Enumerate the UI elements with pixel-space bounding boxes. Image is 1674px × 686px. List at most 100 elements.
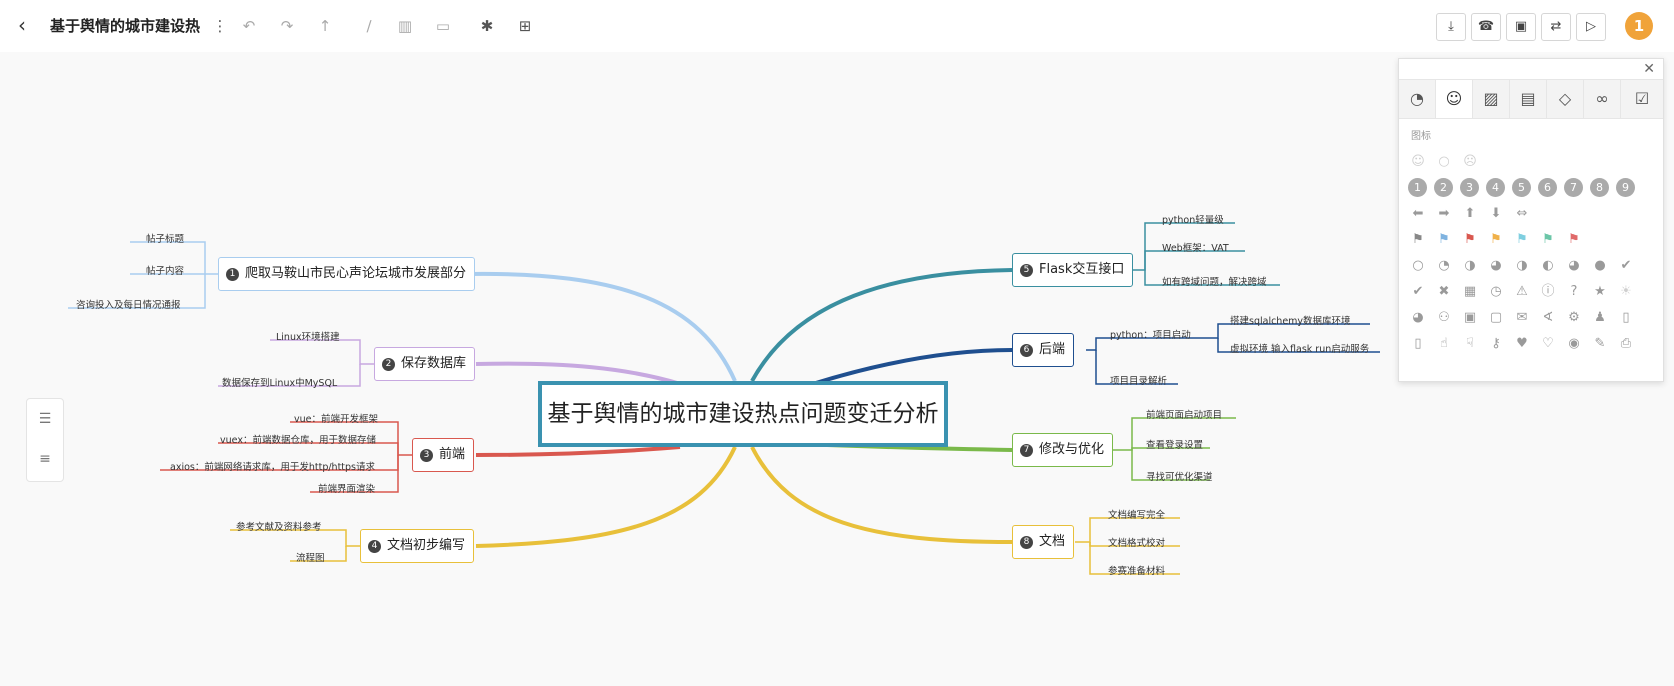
phone-icon[interactable]: ☎ [1471, 13, 1501, 41]
chevron-left-icon[interactable]: ‹ [18, 14, 40, 36]
insert-child-icon[interactable]: ▥ [392, 13, 418, 39]
neutral-face-icon[interactable]: ○ [1433, 151, 1455, 173]
info-icon[interactable]: ⓘ [1537, 281, 1559, 303]
flag-green-icon[interactable]: ⚑ [1537, 229, 1559, 251]
thumbs-up-icon[interactable]: ☝ [1433, 333, 1455, 355]
leaf-node[interactable]: 流程图 [296, 552, 325, 566]
tag-icon[interactable]: ◇ [1547, 80, 1584, 118]
leaf-node[interactable]: 寻找可优化渠道 [1146, 471, 1213, 485]
flag-blue-icon[interactable]: ⚑ [1433, 229, 1455, 251]
flag-orange-icon[interactable]: ⚑ [1485, 229, 1507, 251]
number-1-icon[interactable]: 1 [1408, 178, 1427, 197]
play-icon[interactable]: ▷ [1576, 13, 1606, 41]
star-icon[interactable]: ★ [1589, 281, 1611, 303]
branch-node-1[interactable]: 1 爬取马鞍山市民心声论坛城市发展部分 [218, 257, 476, 291]
thumbs-down-icon[interactable]: ☟ [1459, 333, 1481, 355]
branch-node-2[interactable]: 2 保存数据库 [374, 347, 476, 381]
leaf-node[interactable]: vue：前端开发框架 [294, 413, 378, 427]
key-icon[interactable]: ⚷ [1485, 333, 1507, 355]
leaf-node[interactable]: python轻量级 [1162, 214, 1224, 228]
pie-chart-icon[interactable]: ◕ [1407, 307, 1429, 329]
leaf-node[interactable]: vuex：前端数据仓库，用于数据存储 [220, 434, 376, 448]
mail-icon[interactable]: ✉ [1511, 307, 1533, 329]
calendar-icon[interactable]: ▦ [1459, 281, 1481, 303]
warning-icon[interactable]: ⚠ [1511, 281, 1533, 303]
cancel-icon[interactable]: ✖ [1433, 281, 1455, 303]
flag-gray-icon[interactable]: ⚑ [1407, 229, 1429, 251]
leaf-node[interactable]: 参赛准备材料 [1108, 565, 1165, 579]
leaf-node[interactable]: 前端页面启动项目 [1146, 409, 1222, 423]
progress-1-icon[interactable]: ◔ [1433, 255, 1455, 277]
number-2-icon[interactable]: 2 [1434, 178, 1453, 197]
branch-node-8[interactable]: 8 文档 [1012, 525, 1075, 559]
smile-face-icon[interactable]: ☺ [1407, 151, 1429, 173]
arrow-left-icon[interactable]: ⬅ [1407, 203, 1429, 225]
heart-icon[interactable]: ♥ [1511, 333, 1533, 355]
check-icon[interactable]: ✔ [1407, 281, 1429, 303]
list-icon[interactable]: ≡ [27, 439, 63, 479]
arrow-right-icon[interactable]: ➡ [1433, 203, 1455, 225]
unlock-icon[interactable]: ▢ [1485, 307, 1507, 329]
leaf-node[interactable]: 搭建sqlalchemy数据库环境 [1230, 315, 1351, 329]
lightbulb-icon[interactable]: ☀ [1615, 281, 1637, 303]
pen-icon[interactable]: ∕ [356, 13, 382, 39]
smiley-icon[interactable]: ☺ [1436, 80, 1473, 118]
branch-node-7[interactable]: 7 修改与优化 [1012, 433, 1114, 467]
pencil-icon[interactable]: ✎ [1589, 333, 1611, 355]
palette-icon[interactable]: ◔ [1399, 80, 1436, 118]
number-5-icon[interactable]: 5 [1512, 178, 1531, 197]
progress-3-icon[interactable]: ◕ [1485, 255, 1507, 277]
clock-icon[interactable]: ◷ [1485, 281, 1507, 303]
leaf-node[interactable]: 数据保存到Linux中MySQL [222, 377, 337, 391]
task-icon[interactable]: ☑ [1621, 80, 1663, 118]
format-painter-icon[interactable]: ↑ [312, 13, 338, 39]
magic-wand-icon[interactable]: ✱ [474, 13, 500, 39]
car-icon[interactable]: ▣ [1506, 13, 1536, 41]
number-6-icon[interactable]: 6 [1538, 178, 1557, 197]
leaf-node[interactable]: 文档格式校对 [1108, 537, 1165, 551]
progress-5-icon[interactable]: ◐ [1537, 255, 1559, 277]
more-vertical-icon[interactable]: ⋮ [207, 13, 233, 39]
share-icon[interactable]: ⇄ [1541, 13, 1571, 41]
avatar[interactable]: 1 [1625, 12, 1653, 40]
arrow-up-icon[interactable]: ⬆ [1459, 203, 1481, 225]
number-7-icon[interactable]: 7 [1564, 178, 1583, 197]
number-3-icon[interactable]: 3 [1460, 178, 1479, 197]
progress-4-icon[interactable]: ◑ [1511, 255, 1533, 277]
leaf-node[interactable]: 如有跨域问题，解决跨域 [1162, 276, 1267, 290]
user-icon[interactable]: ♟ [1589, 307, 1611, 329]
layout-structure-icon[interactable]: ⊞ [512, 13, 538, 39]
leaf-node[interactable]: 帖子内容 [146, 265, 184, 279]
check-circle-icon[interactable]: ✔ [1615, 255, 1637, 277]
flag-red-icon[interactable]: ⚑ [1459, 229, 1481, 251]
redo-icon[interactable]: ↷ [274, 13, 300, 39]
arrow-down-icon[interactable]: ⬇ [1485, 203, 1507, 225]
outline-icon[interactable]: ☰ [27, 399, 63, 439]
flag-cyan-icon[interactable]: ⚑ [1511, 229, 1533, 251]
lock-icon[interactable]: ▣ [1459, 307, 1481, 329]
branch-node-6[interactable]: 6 后端 [1012, 333, 1075, 367]
gear-icon[interactable]: ⚙ [1563, 307, 1585, 329]
link-icon[interactable]: ∞ [1584, 80, 1621, 118]
leaf-node[interactable]: python：项目启动 [1110, 329, 1191, 343]
printer-icon[interactable]: ⎙ [1615, 333, 1637, 355]
money-bag-icon[interactable]: ◉ [1563, 333, 1585, 355]
question-icon[interactable]: ? [1563, 281, 1585, 303]
close-icon[interactable]: ✕ [1643, 61, 1655, 77]
leaf-node[interactable]: 前端界面渲染 [318, 483, 375, 497]
leaf-node[interactable]: 咨询投入及每日情况通报 [76, 299, 181, 313]
branch-node-4[interactable]: 4 文档初步编写 [360, 529, 475, 563]
image-icon[interactable]: ▨ [1473, 80, 1510, 118]
progress-7-icon[interactable]: ● [1589, 255, 1611, 277]
arrow-both-icon[interactable]: ⇔ [1511, 203, 1533, 225]
insert-sibling-icon[interactable]: ▭ [430, 13, 456, 39]
leaf-node[interactable]: 文档编写完全 [1108, 509, 1165, 523]
attachment-icon[interactable]: ∢ [1537, 307, 1559, 329]
leaf-node[interactable]: 查看登录设置 [1146, 439, 1203, 453]
leaf-node[interactable]: 虚拟环境 输入flask run启动服务 [1230, 343, 1369, 357]
branch-node-5[interactable]: 5 Flask交互接口 [1012, 253, 1134, 287]
people-icon[interactable]: ⚇ [1433, 307, 1455, 329]
progress-0-icon[interactable]: ○ [1407, 255, 1429, 277]
broken-heart-icon[interactable]: ♡ [1537, 333, 1559, 355]
root-node[interactable]: 基于舆情的城市建设热点问题变迁分析 [538, 381, 948, 447]
